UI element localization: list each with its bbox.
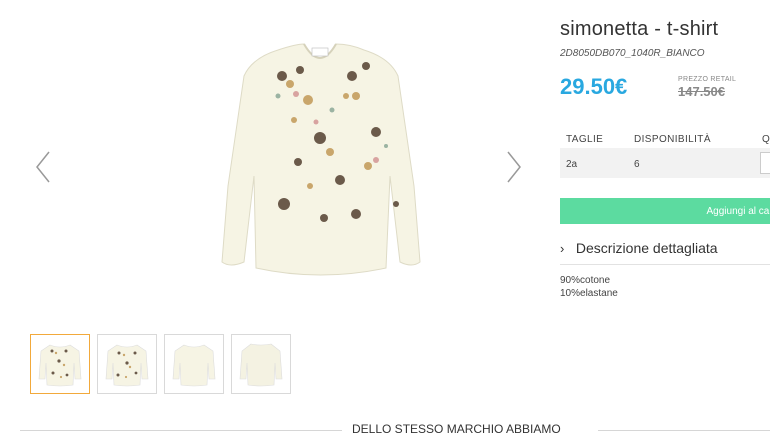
chevron-right-icon[interactable] xyxy=(505,150,523,184)
product-page: simonetta - t-shirt 2D8050DB070_1040R_BI… xyxy=(0,0,770,440)
add-to-cart-button[interactable]: Aggiungi al carr xyxy=(560,198,770,224)
chevron-right-icon: › xyxy=(560,241,565,256)
related-products-heading: DELLO STESSO MARCHIO ABBIAMO xyxy=(20,420,770,440)
thumbnail-4[interactable] xyxy=(231,334,291,394)
chevron-left-icon[interactable] xyxy=(34,150,52,184)
size-cell: 2a xyxy=(566,159,578,170)
divider xyxy=(598,430,770,431)
description-toggle[interactable]: › Descrizione dettagliata xyxy=(560,240,770,262)
description-text: 90%cotone 10%elastane xyxy=(560,274,618,300)
product-info-panel: simonetta - t-shirt 2D8050DB070_1040R_BI… xyxy=(560,0,770,320)
product-price: 29.50€ xyxy=(560,74,628,99)
thumbnail-3[interactable] xyxy=(164,334,224,394)
main-product-image xyxy=(200,36,440,286)
product-gallery xyxy=(0,0,550,394)
section-title: DELLO STESSO MARCHIO ABBIAMO xyxy=(352,422,561,436)
product-sku: 2D8050DB070_1040R_BIANCO xyxy=(560,48,705,59)
product-title: simonetta - t-shirt xyxy=(560,18,719,40)
table-row xyxy=(560,148,770,178)
thumbnail-1[interactable] xyxy=(30,334,90,394)
size-column-header: TAGLIE xyxy=(566,134,604,145)
quantity-column-header: Q xyxy=(762,134,770,145)
thumbnail-2[interactable] xyxy=(97,334,157,394)
description-toggle-label: Descrizione dettagliata xyxy=(575,240,718,256)
availability-column-header: DISPONIBILITÀ xyxy=(634,134,711,145)
composition-line-1: 90%cotone xyxy=(560,275,611,286)
retail-price-label: PREZZO RETAIL xyxy=(678,76,737,83)
divider xyxy=(560,264,770,265)
availability-cell: 6 xyxy=(634,159,640,170)
quantity-input[interactable] xyxy=(760,152,770,174)
composition-line-2: 10%elastane xyxy=(560,288,618,299)
divider xyxy=(20,430,342,431)
retail-price: 147.50€ xyxy=(678,84,725,99)
